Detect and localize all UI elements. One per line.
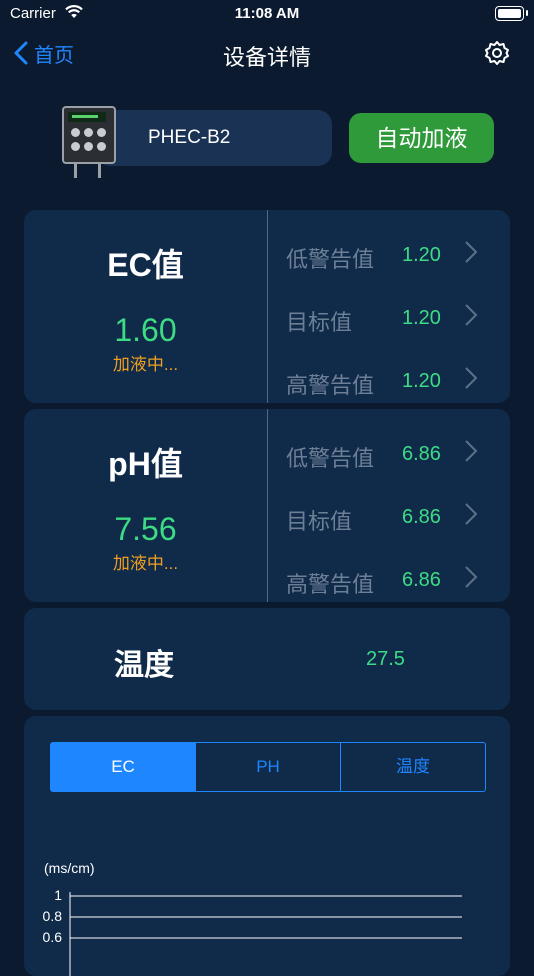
page-title: 设备详情 bbox=[222, 45, 311, 70]
chevron-right-icon bbox=[465, 566, 478, 588]
row-label: 目标值 bbox=[286, 509, 353, 534]
gear-icon bbox=[485, 41, 509, 65]
chevron-right-icon bbox=[465, 241, 478, 263]
ec-value: 1.60 bbox=[114, 312, 177, 348]
chevron-right-icon bbox=[465, 367, 478, 389]
chart-plot bbox=[69, 892, 462, 976]
ec-card: EC值 1.60 加液中... 低警告值 1.20 目标值 1.20 高警告值 … bbox=[24, 210, 510, 403]
ec-target-row[interactable]: 目标值 1.20 bbox=[286, 291, 506, 341]
row-value: 1.20 bbox=[402, 244, 441, 266]
ph-target-row[interactable]: 目标值 6.86 bbox=[286, 490, 506, 540]
ph-high-warning-row[interactable]: 高警告值 6.86 bbox=[286, 553, 506, 603]
divider bbox=[267, 409, 268, 602]
row-label: 低警告值 bbox=[286, 446, 375, 471]
row-value: 6.86 bbox=[402, 443, 441, 465]
device-name: PHEC-B2 bbox=[148, 127, 231, 148]
nav-bar: 首页 设备详情 bbox=[0, 30, 534, 78]
ec-high-warning-row[interactable]: 高警告值 1.20 bbox=[286, 354, 506, 404]
ph-status: 加液中... bbox=[112, 554, 179, 573]
row-label: 高警告值 bbox=[286, 373, 375, 398]
chevron-right-icon bbox=[465, 304, 478, 326]
clock: 11:08 AM bbox=[234, 5, 300, 22]
auto-dosing-button[interactable]: 自动加液 bbox=[349, 113, 494, 163]
temperature-title: 温度 bbox=[114, 649, 174, 682]
ec-low-warning-row[interactable]: 低警告值 1.20 bbox=[286, 228, 506, 278]
chevron-right-icon bbox=[465, 440, 478, 462]
battery-icon bbox=[495, 6, 528, 21]
chevron-right-icon bbox=[465, 503, 478, 525]
y-tick-label: 0.6 bbox=[42, 929, 62, 945]
divider bbox=[267, 210, 268, 403]
row-value: 6.86 bbox=[402, 569, 441, 591]
settings-button[interactable] bbox=[484, 40, 510, 66]
row-label: 目标值 bbox=[286, 310, 353, 335]
temperature-card: 温度 27.5 bbox=[24, 608, 510, 710]
ec-status: 加液中... bbox=[112, 355, 179, 374]
ec-title: EC值 bbox=[107, 247, 184, 283]
row-label: 低警告值 bbox=[286, 247, 375, 272]
row-value: 1.20 bbox=[402, 307, 441, 329]
row-label: 高警告值 bbox=[286, 572, 375, 597]
y-tick-label: 1 bbox=[54, 887, 62, 903]
device-image bbox=[62, 106, 116, 178]
ph-card: pH值 7.56 加液中... 低警告值 6.86 目标值 6.86 高警告值 … bbox=[24, 409, 510, 602]
y-tick-label: 0.8 bbox=[42, 908, 62, 924]
chart-card: EC PH 温度 (ms/cm) 1 0.8 0.6 bbox=[24, 716, 510, 976]
device-row: PHEC-B2 自动加液 bbox=[56, 104, 496, 178]
ph-title: pH值 bbox=[108, 446, 183, 482]
ph-low-warning-row[interactable]: 低警告值 6.86 bbox=[286, 427, 506, 477]
row-value: 1.20 bbox=[402, 370, 441, 392]
row-value: 6.86 bbox=[402, 506, 441, 528]
temperature-value: 27.5 bbox=[366, 648, 405, 670]
ph-value: 7.56 bbox=[114, 511, 177, 547]
status-bar: Carrier 11:08 AM bbox=[0, 0, 534, 30]
